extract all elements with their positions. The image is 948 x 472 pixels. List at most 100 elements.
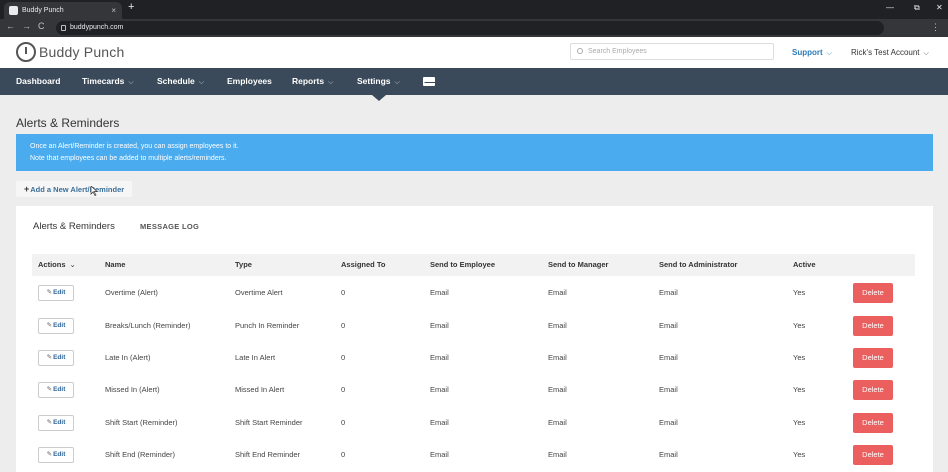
edit-button[interactable]: ✎Edit — [38, 350, 74, 366]
reload-button[interactable]: C — [38, 21, 45, 31]
delete-button[interactable]: Delete — [853, 348, 893, 368]
support-label: Support — [792, 48, 823, 57]
table-row: ✎Edit Shift End (Reminder) Shift End Remin… — [32, 439, 915, 471]
pencil-icon: ✎ — [46, 386, 53, 393]
chevron-down-icon: ⌵ — [198, 79, 205, 86]
col-assigned: Assigned To — [341, 260, 386, 269]
minimize-button[interactable]: — — [886, 3, 894, 12]
url-text: buddypunch.com — [70, 24, 124, 31]
delete-button[interactable]: Delete — [853, 380, 893, 400]
active-nav-pointer — [372, 95, 386, 101]
table-row: ✎Edit Missed In (Alert) Missed In Alert 0 Em… — [32, 374, 915, 406]
edit-button[interactable]: ✎Edit — [38, 415, 74, 431]
col-send-manager: Send to Manager — [548, 260, 609, 269]
window-close-button[interactable]: ✕ — [936, 3, 943, 12]
cell-send-admin: Email — [659, 321, 678, 330]
nav-label: Schedule — [157, 76, 195, 86]
support-menu[interactable]: Support ⌵ — [792, 48, 832, 58]
forward-button[interactable]: → — [22, 21, 31, 31]
account-label: Rick's Test Account — [851, 48, 920, 57]
cell-name: Shift End (Reminder) — [105, 450, 176, 459]
cell-name: Missed In (Alert) — [105, 385, 160, 394]
envelope-icon[interactable] — [423, 77, 435, 86]
tab-alerts-reminders[interactable]: Alerts & Reminders — [33, 221, 115, 232]
cell-send-admin: Email — [659, 353, 678, 362]
logo-text: Buddy Punch — [39, 44, 125, 60]
nav-employees[interactable]: Employees — [227, 68, 272, 95]
search-input[interactable]: Search Employees — [570, 43, 774, 60]
cell-assigned: 0 — [341, 288, 346, 297]
favicon-icon — [9, 6, 18, 15]
cell-send-employee: Email — [430, 385, 449, 394]
nav-timecards[interactable]: Timecards ⌵ — [82, 68, 134, 95]
cell-send-admin: Email — [659, 450, 678, 459]
cell-send-manager: Email — [548, 321, 567, 330]
browser-menu-button[interactable]: ⋮ — [931, 22, 940, 33]
nav-dashboard[interactable]: Dashboard — [16, 68, 60, 95]
tab-message-log[interactable]: MESSAGE LOG — [140, 222, 199, 231]
account-menu[interactable]: Rick's Test Account ⌵ — [851, 48, 929, 58]
main-nav: Dashboard Timecards ⌵ Schedule ⌵ Employees… — [0, 68, 948, 95]
delete-button[interactable]: Delete — [853, 283, 893, 303]
cell-send-employee: Email — [430, 450, 449, 459]
edit-button[interactable]: ✎Edit — [38, 382, 74, 398]
table-row: ✎Edit Overtime (Alert) Overtime Alert 0 Emai… — [32, 277, 915, 309]
cell-assigned: 0 — [341, 385, 346, 394]
edit-button[interactable]: ✎Edit — [38, 285, 74, 301]
tab-close-icon[interactable]: × — [111, 2, 116, 19]
cell-send-employee: Email — [430, 321, 449, 330]
add-alert-button[interactable]: +Add a New Alert/Reminder — [16, 181, 133, 197]
delete-button[interactable]: Delete — [853, 445, 893, 465]
tab-title: Buddy Punch — [22, 7, 64, 14]
pencil-icon: ✎ — [46, 289, 53, 296]
cell-assigned: 0 — [341, 353, 346, 362]
info-line: Note that employees can be added to mult… — [30, 155, 227, 162]
cell-send-manager: Email — [548, 353, 567, 362]
table-row: ✎Edit Shift Start (Reminder) Shift Start R… — [32, 407, 915, 439]
table-row: ✎Edit Late In (Alert) Late In Alert 0 Email E… — [32, 342, 915, 374]
cell-active: Yes — [793, 353, 806, 362]
page-title: Alerts & Reminders — [16, 116, 120, 130]
col-send-admin: Send to Administrator — [659, 260, 738, 269]
edit-button[interactable]: ✎Edit — [38, 318, 74, 334]
maximize-button[interactable]: ⧉ — [914, 3, 920, 13]
pencil-icon: ✎ — [46, 354, 53, 361]
cell-type: Late In Alert — [235, 353, 276, 362]
info-banner: Once an Alert/Reminder is created, you c… — [16, 134, 933, 171]
cell-send-manager: Email — [548, 385, 567, 394]
table-header: Actions ⌄ Name Type Assigned To Send to E… — [32, 254, 915, 276]
edit-button[interactable]: ✎Edit — [38, 447, 74, 463]
address-bar[interactable]: buddypunch.com — [56, 21, 884, 35]
cell-send-admin: Email — [659, 385, 678, 394]
chevron-down-icon: ⌵ — [328, 79, 334, 86]
logo[interactable]: Buddy Punch — [16, 42, 124, 62]
delete-button[interactable]: Delete — [853, 413, 893, 433]
app-header: Buddy Punch Search Employees Support ⌵ Ri… — [0, 37, 948, 68]
nav-reports[interactable]: Reports ⌵ — [292, 68, 333, 95]
browser-tab-bar: Buddy Punch × + — ⧉ ✕ — [0, 0, 948, 19]
nav-settings[interactable]: Settings ⌵ — [357, 68, 400, 95]
alerts-card: Alerts & Reminders MESSAGE LOG Actions ⌄ … — [16, 206, 933, 472]
lock-icon — [61, 25, 66, 31]
cell-assigned: 0 — [341, 450, 346, 459]
col-type: Type — [235, 260, 252, 269]
nav-label: Dashboard — [16, 76, 61, 86]
cell-active: Yes — [793, 418, 806, 427]
back-button[interactable]: ← — [6, 21, 15, 31]
search-icon — [577, 48, 583, 54]
cell-name: Shift Start (Reminder) — [105, 418, 178, 427]
info-line: Once an Alert/Reminder is created, you c… — [30, 143, 239, 150]
plus-icon: + — [24, 184, 30, 194]
cell-name: Breaks/Lunch (Reminder) — [105, 321, 191, 330]
browser-tab[interactable]: Buddy Punch × — [4, 2, 122, 19]
col-actions[interactable]: Actions ⌄ — [38, 254, 76, 276]
new-tab-button[interactable]: + — [128, 1, 134, 13]
chevron-down-icon: ⌵ — [128, 79, 134, 86]
cell-type: Shift Start Reminder — [235, 418, 303, 427]
cell-assigned: 0 — [341, 321, 346, 330]
cell-active: Yes — [793, 288, 806, 297]
nav-label: Settings — [357, 76, 391, 86]
cell-name: Late In (Alert) — [105, 353, 151, 362]
nav-schedule[interactable]: Schedule ⌵ — [157, 68, 204, 95]
delete-button[interactable]: Delete — [853, 316, 893, 336]
